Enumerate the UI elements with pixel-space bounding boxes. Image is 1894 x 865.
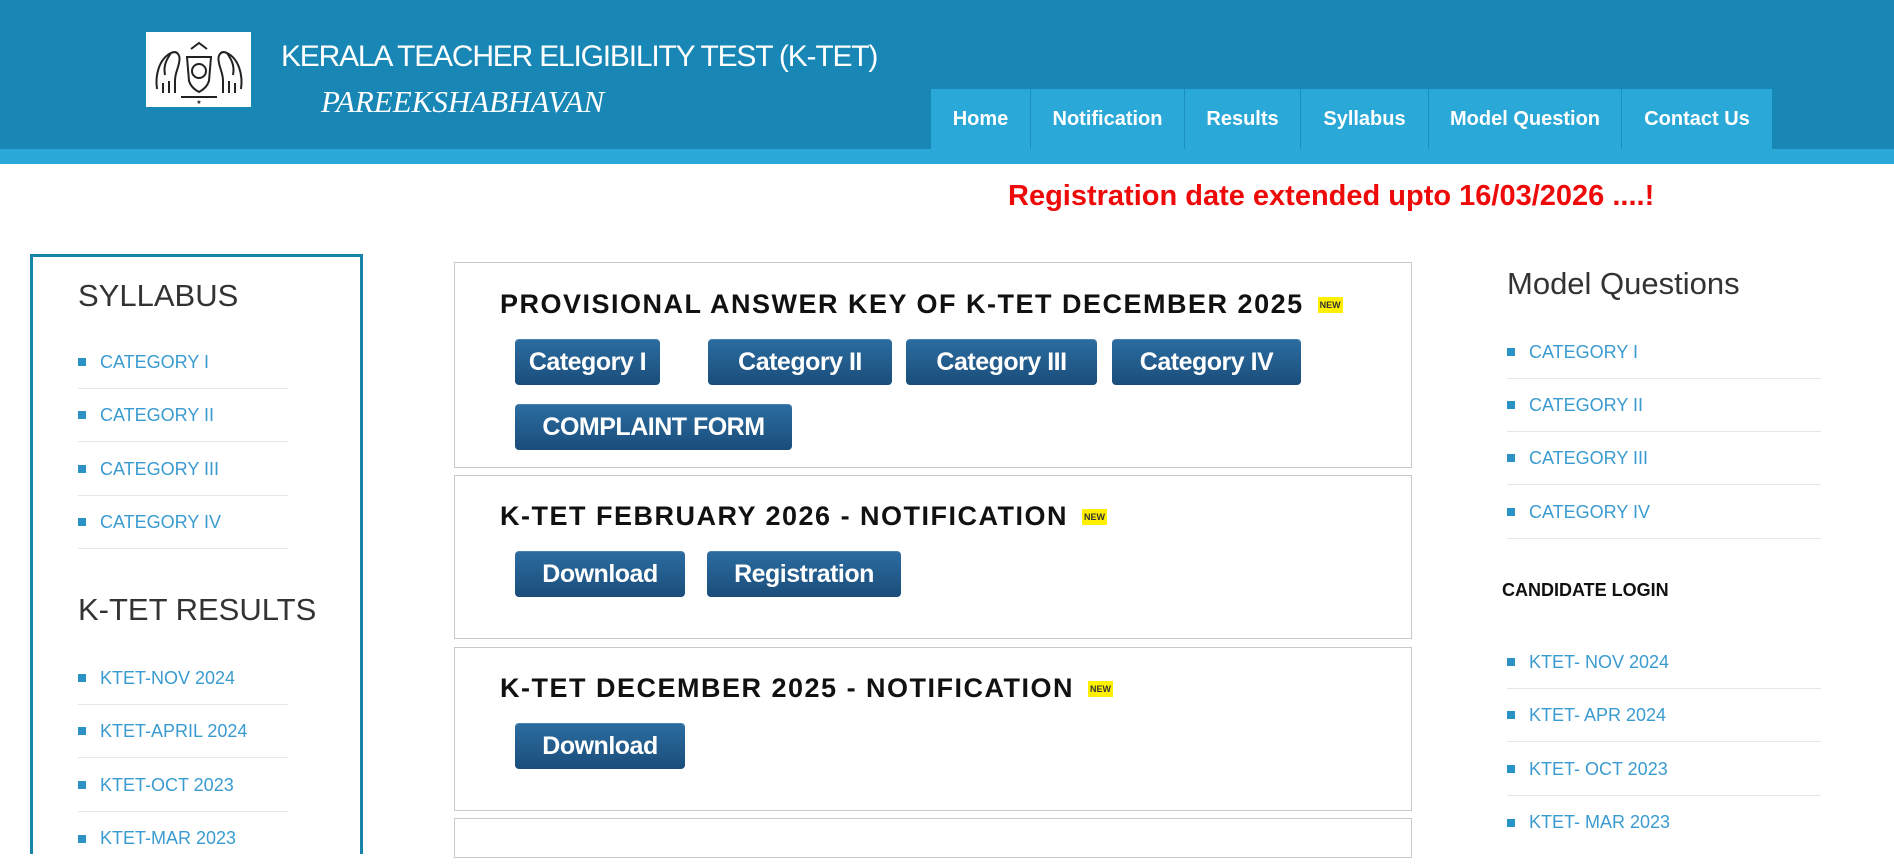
model-item-category-4[interactable]: CATEGORY IV: [1507, 486, 1821, 539]
main-nav: Home Notification Results Syllabus Model…: [931, 89, 1772, 149]
model-item-category-1[interactable]: CATEGORY I: [1507, 326, 1821, 379]
results-item-mar-2023[interactable]: KTET-MAR 2023: [78, 812, 288, 865]
nav-contact-us[interactable]: Contact Us: [1622, 89, 1772, 149]
model-item-label: CATEGORY II: [1529, 394, 1644, 415]
square-bullet-icon: [78, 358, 86, 366]
panel-title-text: K-TET DECEMBER 2025 - NOTIFICATION: [500, 673, 1075, 703]
answer-key-category-2-button[interactable]: Category II: [708, 339, 892, 385]
complaint-form-button[interactable]: COMPLAINT FORM: [515, 404, 792, 450]
site-header: ★ KERALA TEACHER ELIGIBILITY TEST (K-TET…: [0, 0, 1894, 164]
announcement-banner: Registration date extended upto 16/03/20…: [1008, 180, 1655, 212]
model-item-category-2[interactable]: CATEGORY II: [1507, 379, 1821, 432]
results-heading: K-TET RESULTS: [78, 592, 317, 627]
header-strip: [0, 149, 1894, 164]
answer-key-category-4-button[interactable]: Category IV: [1112, 339, 1301, 385]
kerala-emblem-icon[interactable]: ★: [146, 32, 251, 107]
site-title: KERALA TEACHER ELIGIBILITY TEST (K-TET): [281, 40, 878, 73]
square-bullet-icon: [1507, 765, 1515, 773]
square-bullet-icon: [1507, 658, 1515, 666]
square-bullet-icon: [78, 518, 86, 526]
panel-feb-2026-notification: K-TET FEBRUARY 2026 - NOTIFICATION NEW D…: [454, 475, 1412, 639]
dec-2025-download-button[interactable]: Download: [515, 723, 685, 769]
panel-title-text: K-TET FEBRUARY 2026 - NOTIFICATION: [500, 501, 1069, 531]
login-item-label: KTET- OCT 2023: [1529, 758, 1668, 779]
nav-home[interactable]: Home: [931, 89, 1031, 149]
results-item-label: KTET-APRIL 2024: [100, 720, 248, 741]
square-bullet-icon: [78, 465, 86, 473]
panel-title: K-TET FEBRUARY 2026 - NOTIFICATION NEW: [500, 501, 1108, 532]
login-item-mar-2023[interactable]: KTET- MAR 2023: [1507, 796, 1821, 849]
login-item-nov-2024[interactable]: KTET- NOV 2024: [1507, 636, 1821, 689]
nav-syllabus[interactable]: Syllabus: [1301, 89, 1429, 149]
nav-results[interactable]: Results: [1185, 89, 1301, 149]
syllabus-item-category-1[interactable]: CATEGORY I: [78, 336, 288, 389]
panel-next: [454, 818, 1412, 858]
model-item-label: CATEGORY IV: [1529, 501, 1651, 522]
square-bullet-icon: [1507, 454, 1515, 462]
panel-title-text: PROVISIONAL ANSWER KEY OF K-TET DECEMBER…: [500, 289, 1304, 319]
results-item-label: KTET-NOV 2024: [100, 667, 236, 688]
model-questions-heading: Model Questions: [1507, 266, 1740, 301]
results-item-label: KTET-MAR 2023: [100, 828, 237, 848]
square-bullet-icon: [78, 411, 86, 419]
results-item-oct-2023[interactable]: KTET-OCT 2023: [78, 759, 288, 812]
feb-2026-download-button[interactable]: Download: [515, 551, 685, 597]
square-bullet-icon: [78, 674, 86, 682]
registration-button[interactable]: Registration: [707, 551, 901, 597]
syllabus-item-label: CATEGORY I: [100, 351, 210, 372]
new-badge-icon: NEW: [1317, 296, 1343, 313]
square-bullet-icon: [1507, 818, 1515, 827]
new-badge-icon: NEW: [1082, 508, 1108, 525]
nav-model-question[interactable]: Model Question: [1429, 89, 1622, 149]
panel-title: K-TET DECEMBER 2025 - NOTIFICATION NEW: [500, 673, 1114, 704]
nav-notification[interactable]: Notification: [1031, 89, 1185, 149]
syllabus-item-category-3[interactable]: CATEGORY III: [78, 443, 288, 496]
square-bullet-icon: [78, 727, 86, 735]
results-item-nov-2024[interactable]: KTET-NOV 2024: [78, 652, 288, 705]
results-item-label: KTET-OCT 2023: [100, 774, 234, 795]
square-bullet-icon: [1507, 711, 1515, 719]
syllabus-heading: SYLLABUS: [78, 278, 239, 313]
square-bullet-icon: [1507, 508, 1515, 516]
login-item-apr-2024[interactable]: KTET- APR 2024: [1507, 689, 1821, 742]
square-bullet-icon: [1507, 401, 1515, 409]
login-item-label: KTET- MAR 2023: [1529, 812, 1671, 832]
svg-text:★: ★: [196, 99, 201, 105]
panel-answer-key: PROVISIONAL ANSWER KEY OF K-TET DECEMBER…: [454, 262, 1412, 468]
square-bullet-icon: [78, 781, 86, 789]
panel-title: PROVISIONAL ANSWER KEY OF K-TET DECEMBER…: [500, 289, 1343, 320]
login-item-oct-2023[interactable]: KTET- OCT 2023: [1507, 743, 1821, 796]
login-item-label: KTET- NOV 2024: [1529, 651, 1670, 672]
results-item-april-2024[interactable]: KTET-APRIL 2024: [78, 705, 288, 758]
model-item-category-3[interactable]: CATEGORY III: [1507, 432, 1821, 485]
syllabus-item-category-2[interactable]: CATEGORY II: [78, 389, 288, 442]
new-badge-icon: NEW: [1088, 680, 1114, 697]
model-item-label: CATEGORY III: [1529, 447, 1649, 468]
model-item-label: CATEGORY I: [1529, 341, 1639, 362]
syllabus-item-label: CATEGORY IV: [100, 511, 222, 532]
answer-key-category-3-button[interactable]: Category III: [906, 339, 1097, 385]
candidate-login-heading: CANDIDATE LOGIN: [1502, 580, 1669, 600]
login-item-label: KTET- APR 2024: [1529, 704, 1667, 725]
panel-dec-2025-notification: K-TET DECEMBER 2025 - NOTIFICATION NEW D…: [454, 647, 1412, 811]
square-bullet-icon: [1507, 348, 1515, 356]
syllabus-item-label: CATEGORY II: [100, 404, 215, 425]
syllabus-item-label: CATEGORY III: [100, 458, 220, 479]
site-subtitle: PAREEKSHABHAVAN: [321, 84, 605, 119]
answer-key-category-1-button[interactable]: Category I: [515, 339, 660, 385]
syllabus-item-category-4[interactable]: CATEGORY IV: [78, 496, 288, 549]
